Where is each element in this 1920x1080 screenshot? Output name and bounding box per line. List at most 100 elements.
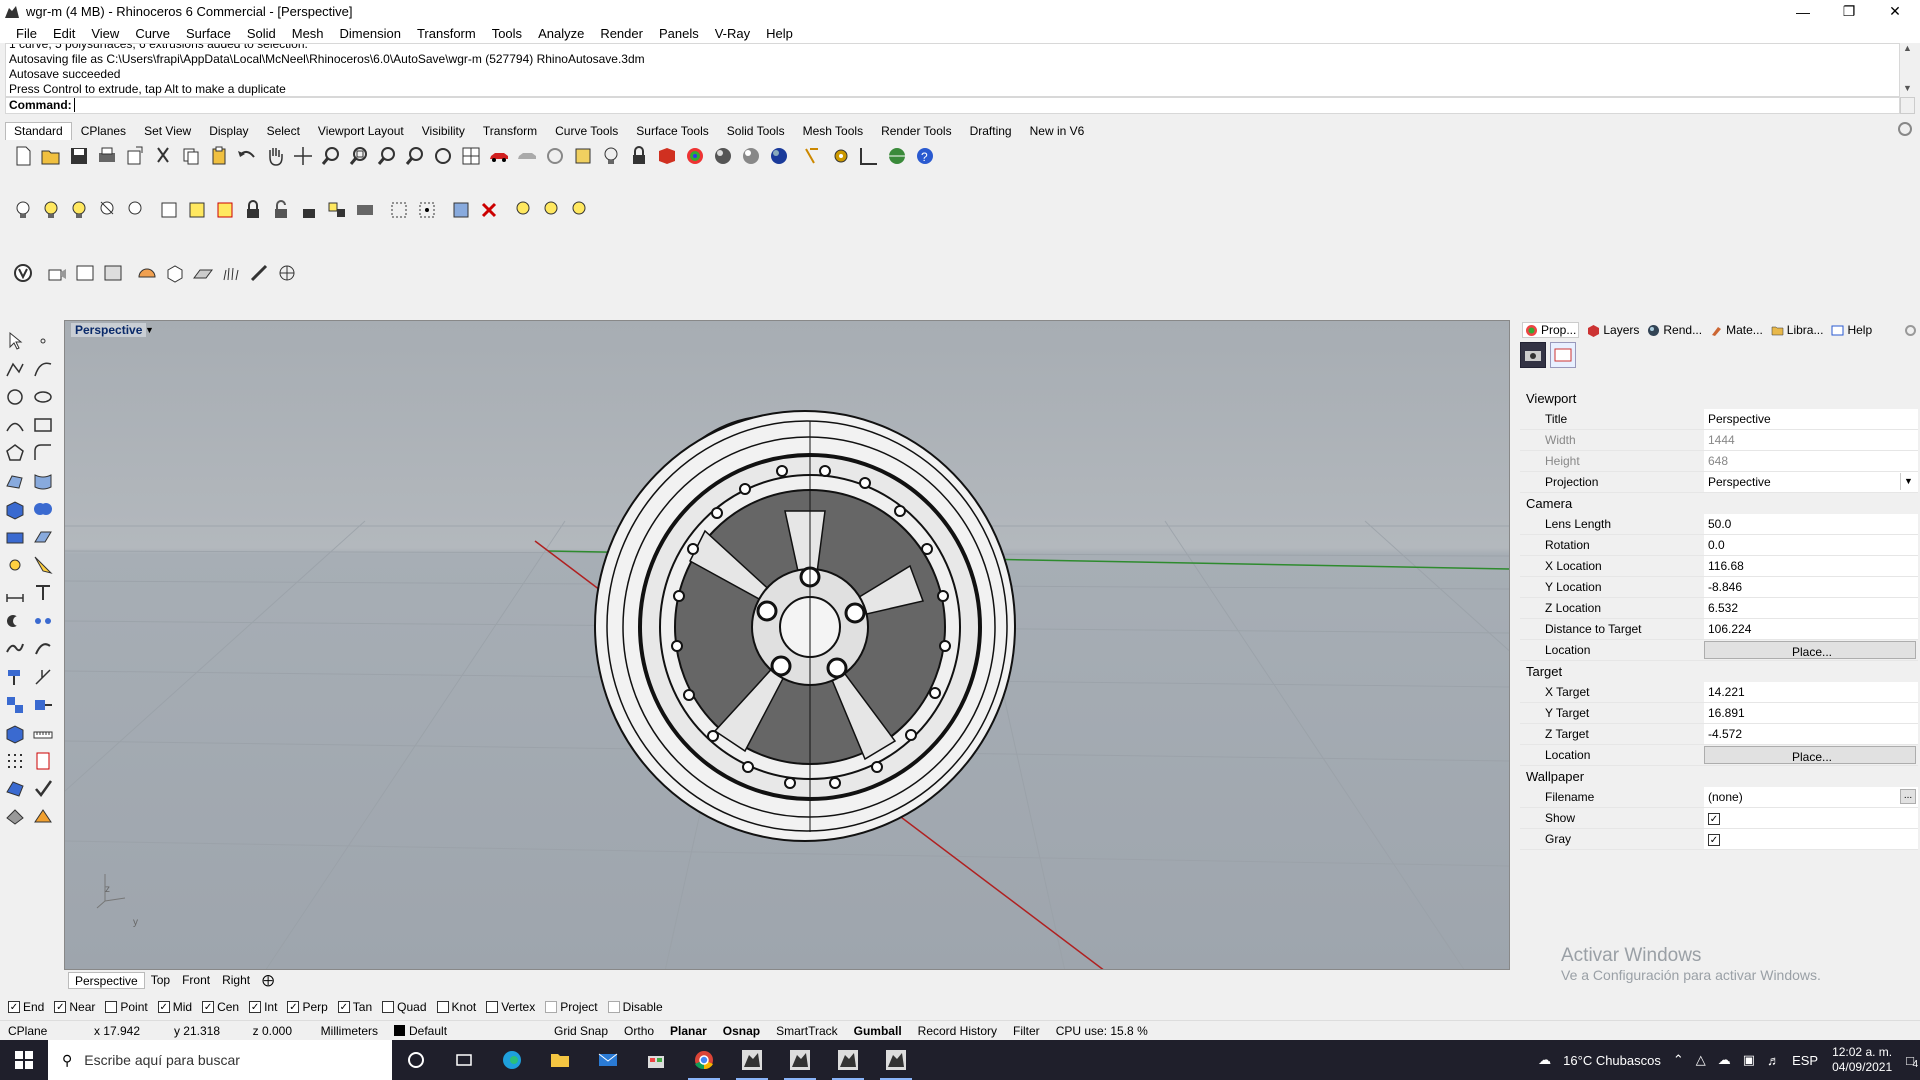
language-indicator[interactable]: ESP bbox=[1792, 1053, 1818, 1068]
osnap-cen[interactable]: ✓ Cen bbox=[202, 1000, 239, 1014]
loft-icon[interactable] bbox=[30, 468, 56, 494]
mesh-icon[interactable] bbox=[30, 524, 56, 550]
rhino-taskbar-icon-1[interactable] bbox=[728, 1040, 776, 1080]
status-gumball[interactable]: Gumball bbox=[846, 1024, 910, 1038]
surface-tools-icon[interactable] bbox=[2, 776, 28, 802]
onedrive-cloud-icon[interactable]: ☁ bbox=[1718, 1052, 1731, 1068]
light-bulb-icon[interactable] bbox=[598, 143, 624, 169]
minimize-button[interactable]: — bbox=[1780, 0, 1826, 23]
tab-display[interactable]: Display bbox=[200, 122, 257, 140]
hide-control-points-icon[interactable] bbox=[386, 197, 412, 223]
store-icon[interactable] bbox=[632, 1040, 680, 1080]
viewport-menu-chevron-down-icon[interactable]: ▼ bbox=[145, 325, 154, 335]
extrude-icon[interactable] bbox=[2, 524, 28, 550]
spotlight-icon[interactable] bbox=[30, 552, 56, 578]
points-grid-icon[interactable] bbox=[2, 748, 28, 774]
menu-vray[interactable]: V-Ray bbox=[707, 26, 758, 41]
z-target-field[interactable]: -4.572 bbox=[1704, 724, 1918, 744]
viewport-title-field[interactable]: Perspective bbox=[1704, 409, 1918, 429]
panel-tab-materials[interactable]: Mate... bbox=[1710, 323, 1763, 337]
edge-browser-icon[interactable] bbox=[488, 1040, 536, 1080]
tab-curve-tools[interactable]: Curve Tools bbox=[546, 122, 627, 140]
layer-bulb-icon[interactable] bbox=[510, 197, 536, 223]
chevron-down-icon[interactable]: ▼ bbox=[1900, 473, 1916, 490]
proxy-icon[interactable] bbox=[162, 260, 188, 286]
panel-tab-help[interactable]: Help bbox=[1831, 323, 1872, 337]
viewport-tab-perspective[interactable]: Perspective bbox=[68, 971, 145, 989]
environment-sphere-icon[interactable] bbox=[766, 143, 792, 169]
osnap-checkbox[interactable] bbox=[382, 1001, 395, 1013]
volume-icon[interactable]: ♬ bbox=[1767, 1053, 1780, 1068]
command-spinner[interactable] bbox=[1900, 97, 1915, 114]
panel-tab-libraries[interactable]: Libra... bbox=[1771, 323, 1823, 337]
file-explorer-icon[interactable] bbox=[536, 1040, 584, 1080]
add-viewport-tab-icon[interactable]: ⨁ bbox=[256, 972, 280, 989]
osnap-vertex[interactable]: Vertex bbox=[486, 1000, 535, 1014]
osnap-checkbox[interactable] bbox=[607, 1001, 620, 1013]
menu-file[interactable]: File bbox=[8, 26, 45, 41]
status-gridsnap[interactable]: Grid Snap bbox=[546, 1024, 616, 1038]
osnap-disable[interactable]: Disable bbox=[607, 1000, 663, 1014]
panel-tab-layers[interactable]: Layers bbox=[1587, 323, 1639, 337]
lock-selected-icon[interactable] bbox=[296, 197, 322, 223]
wallpaper-filename-field[interactable]: (none)... bbox=[1704, 787, 1918, 807]
copy-icon[interactable] bbox=[178, 143, 204, 169]
ellipse-icon[interactable] bbox=[30, 384, 56, 410]
dimension-icon[interactable] bbox=[856, 143, 882, 169]
rhino-taskbar-icon-3[interactable] bbox=[824, 1040, 872, 1080]
select-points-icon[interactable] bbox=[570, 143, 596, 169]
osnap-knot[interactable]: Knot bbox=[436, 1000, 476, 1014]
cut-icon[interactable] bbox=[150, 143, 176, 169]
material-sphere-icon[interactable] bbox=[738, 143, 764, 169]
usb-icon[interactable]: △ bbox=[1696, 1052, 1706, 1068]
frame-buffer-icon[interactable] bbox=[100, 260, 126, 286]
tab-cplanes[interactable]: CPlanes bbox=[72, 122, 135, 140]
rhino-taskbar-icon-4[interactable] bbox=[872, 1040, 920, 1080]
hide-objects-bulb-icon[interactable] bbox=[38, 197, 64, 223]
swap-locked-icon[interactable] bbox=[352, 197, 378, 223]
tab-mesh-tools[interactable]: Mesh Tools bbox=[794, 122, 872, 140]
boolean-diff-icon[interactable] bbox=[2, 608, 28, 634]
status-filter[interactable]: Filter bbox=[1005, 1024, 1048, 1038]
panel-tab-properties[interactable]: Prop... bbox=[1522, 322, 1580, 338]
curve-cv-icon[interactable] bbox=[30, 356, 56, 382]
show-in-detail-icon[interactable] bbox=[122, 197, 148, 223]
osnap-mid[interactable]: ✓ Mid bbox=[157, 1000, 192, 1014]
tab-visibility[interactable]: Visibility bbox=[413, 122, 474, 140]
tray-chevron-up-icon[interactable]: ⌃ bbox=[1673, 1052, 1684, 1068]
unlock-objects-icon[interactable] bbox=[268, 197, 294, 223]
boolean-union-icon[interactable] bbox=[30, 496, 56, 522]
network-icon[interactable]: ▣ bbox=[1743, 1052, 1755, 1068]
group-icon[interactable] bbox=[2, 692, 28, 718]
clipper-icon[interactable] bbox=[246, 260, 272, 286]
osnap-end[interactable]: ✓ End bbox=[8, 1000, 44, 1014]
select-arrow-icon[interactable] bbox=[2, 328, 28, 354]
show-objects-bulb-icon[interactable] bbox=[10, 197, 36, 223]
osnap-project[interactable]: Project bbox=[545, 1000, 598, 1014]
status-record-history[interactable]: Record History bbox=[910, 1024, 1005, 1038]
camera-icon[interactable] bbox=[1520, 342, 1546, 368]
cplane-icon[interactable] bbox=[542, 143, 568, 169]
osnap-checkbox[interactable] bbox=[436, 1001, 449, 1013]
status-layer[interactable]: Default bbox=[386, 1024, 546, 1038]
osnap-tan[interactable]: ✓ Tan bbox=[337, 1000, 372, 1014]
surface-from-points-icon[interactable] bbox=[2, 468, 28, 494]
zoom-extents-icon[interactable] bbox=[374, 143, 400, 169]
vray-logo-icon[interactable] bbox=[10, 260, 36, 286]
circle-icon[interactable] bbox=[2, 384, 28, 410]
panel-tab-rendering[interactable]: Rend... bbox=[1647, 323, 1702, 337]
camera-place-button[interactable]: Place... bbox=[1704, 641, 1916, 659]
dimension-tool-icon[interactable] bbox=[2, 580, 28, 606]
menu-view[interactable]: View bbox=[83, 26, 127, 41]
fur-icon[interactable] bbox=[218, 260, 244, 286]
polygon-icon[interactable] bbox=[2, 440, 28, 466]
open-file-icon[interactable] bbox=[38, 143, 64, 169]
tab-select[interactable]: Select bbox=[258, 122, 309, 140]
explode-icon[interactable] bbox=[30, 636, 56, 662]
save-icon[interactable] bbox=[66, 143, 92, 169]
menu-dimension[interactable]: Dimension bbox=[332, 26, 409, 41]
status-planar[interactable]: Planar bbox=[662, 1024, 715, 1038]
osnap-checkbox[interactable] bbox=[545, 1001, 558, 1013]
render-sphere-icon[interactable] bbox=[710, 143, 736, 169]
projection-select[interactable]: Perspective ▼ bbox=[1704, 472, 1918, 492]
